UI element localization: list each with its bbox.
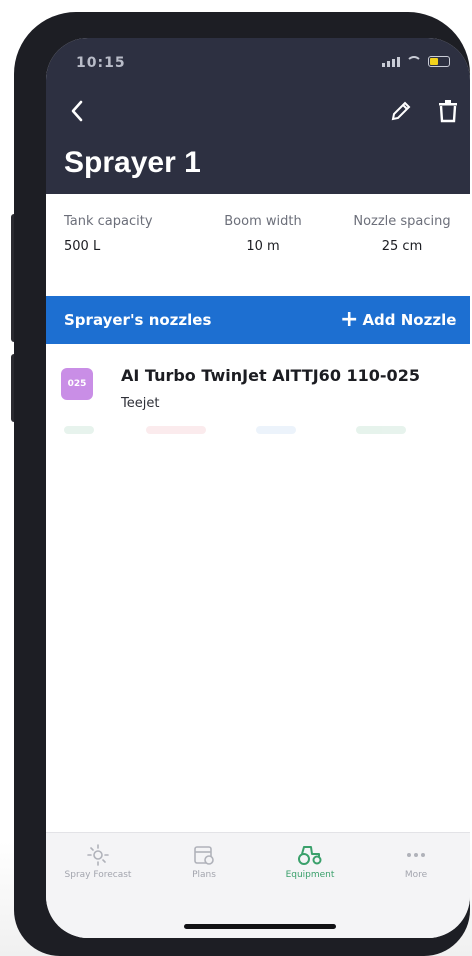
battery-icon (428, 56, 450, 67)
nozzle-list-item[interactable]: 025 AI Turbo TwinJet AITTJ60 110-025 Tee… (46, 348, 470, 432)
phone-frame: 10:15 Sprayer 1 Tank capacity 500 L Boom… (14, 12, 470, 956)
tab-more[interactable]: More (364, 843, 468, 880)
wifi-icon (406, 56, 422, 67)
home-indicator[interactable] (184, 924, 336, 929)
tab-equipment[interactable]: Equipment (258, 843, 362, 880)
spec-value: 10 m (246, 239, 280, 254)
list-loading-placeholder (56, 422, 460, 438)
spec-tank-capacity: Tank capacity 500 L (64, 214, 153, 254)
device-canvas: 10:15 Sprayer 1 Tank capacity 500 L Boom… (0, 0, 472, 956)
page-title: Sprayer 1 (64, 146, 201, 179)
spec-label: Tank capacity (64, 214, 153, 229)
pencil-icon (391, 101, 411, 121)
chevron-left-icon (71, 100, 83, 122)
app-screen: 10:15 Sprayer 1 Tank capacity 500 L Boom… (46, 38, 470, 938)
tractor-icon (298, 846, 322, 865)
nozzle-name: AI Turbo TwinJet AITTJ60 110-025 (121, 366, 420, 385)
spec-label: Nozzle spacing (353, 214, 451, 229)
tab-spray-forecast[interactable]: Spray Forecast (46, 843, 150, 880)
more-icon (407, 853, 425, 857)
status-time: 10:15 (76, 55, 126, 71)
back-button[interactable] (64, 96, 90, 126)
nozzle-color-badge: 025 (61, 368, 93, 400)
nozzle-brand: Teejet (121, 396, 160, 411)
section-title: Sprayer's nozzles (64, 311, 212, 329)
plus-icon: + (340, 307, 359, 332)
spec-value: 25 cm (381, 239, 423, 254)
tab-label: Equipment (285, 870, 335, 880)
trash-icon (439, 100, 457, 123)
signal-icon (382, 56, 400, 67)
spec-label: Boom width (224, 214, 302, 229)
edit-button[interactable] (388, 98, 414, 124)
delete-button[interactable] (436, 98, 460, 124)
spec-nozzle-spacing: Nozzle spacing 25 cm (342, 214, 462, 254)
spec-value: 500 L (64, 239, 101, 254)
status-icons (382, 56, 450, 67)
spec-boom-width: Boom width 10 m (215, 214, 311, 254)
tab-label: More (404, 870, 428, 880)
add-nozzle-button[interactable]: + Add Nozzle (340, 307, 456, 333)
calendar-icon (194, 846, 214, 865)
tab-label: Plans (192, 870, 216, 880)
add-nozzle-label: Add Nozzle (362, 311, 457, 329)
sun-icon (87, 844, 109, 866)
tab-label: Spray Forecast (64, 870, 132, 880)
tab-plans[interactable]: Plans (152, 843, 256, 880)
bottom-tab-bar: Spray Forecast Plans Equipment More (46, 832, 470, 938)
header: 10:15 Sprayer 1 (46, 38, 470, 194)
sprayer-specs: Tank capacity 500 L Boom width 10 m Nozz… (46, 214, 470, 294)
nozzles-section-header: Sprayer's nozzles + Add Nozzle (46, 296, 470, 344)
